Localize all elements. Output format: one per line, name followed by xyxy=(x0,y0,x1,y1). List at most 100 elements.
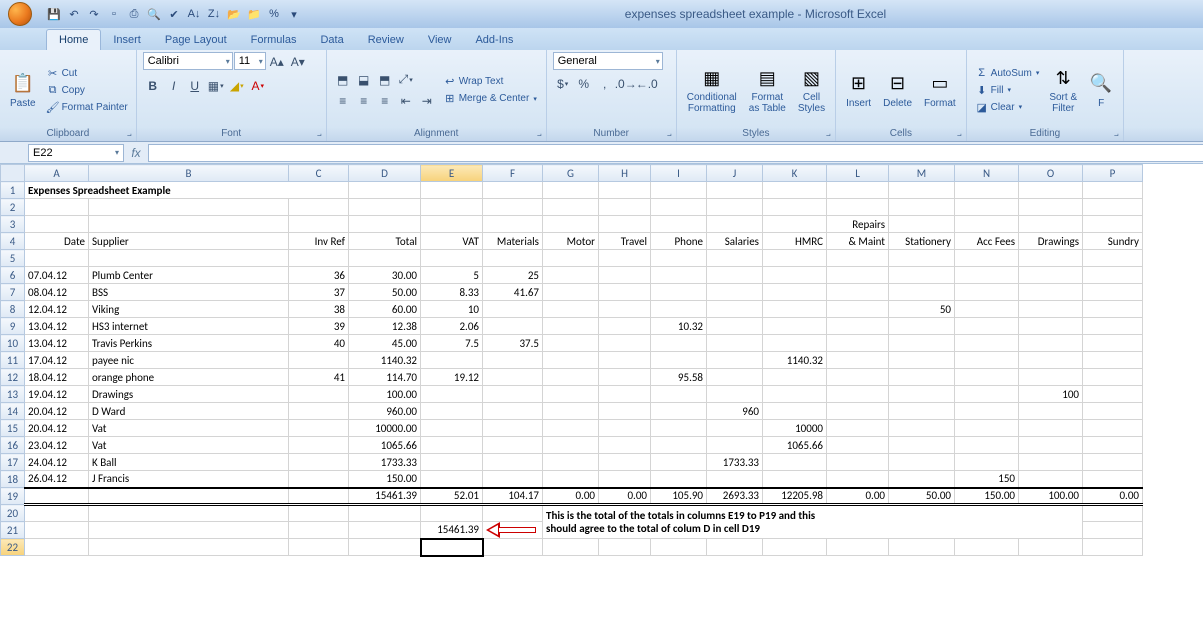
print-icon[interactable]: ⎙ xyxy=(126,6,142,22)
row-header-4[interactable]: 4 xyxy=(1,233,25,250)
cell[interactable] xyxy=(707,216,763,233)
cell[interactable] xyxy=(1083,199,1143,216)
cell[interactable] xyxy=(827,199,889,216)
cell[interactable]: 12.04.12 xyxy=(25,301,89,318)
number-format-select[interactable]: General xyxy=(553,52,663,70)
row-header-5[interactable]: 5 xyxy=(1,250,25,267)
cell[interactable] xyxy=(651,250,707,267)
cell[interactable] xyxy=(543,539,599,556)
cell[interactable] xyxy=(889,318,955,335)
cell[interactable] xyxy=(763,335,827,352)
open-icon[interactable]: 📂 xyxy=(226,6,242,22)
cell[interactable] xyxy=(763,301,827,318)
cell[interactable] xyxy=(955,284,1019,301)
tab-page-layout[interactable]: Page Layout xyxy=(153,30,239,50)
row-header-16[interactable]: 16 xyxy=(1,437,25,454)
cell[interactable] xyxy=(289,250,349,267)
active-cell[interactable] xyxy=(421,539,483,556)
header-cell[interactable]: Inv Ref xyxy=(289,233,349,250)
cell[interactable]: 8.33 xyxy=(421,284,483,301)
cell[interactable] xyxy=(599,386,651,403)
spreadsheet-grid[interactable]: ABCDEFGHIJKLMNOP1Expenses Spreadsheet Ex… xyxy=(0,164,1203,557)
cell[interactable]: 12.38 xyxy=(349,318,421,335)
cell[interactable] xyxy=(483,301,543,318)
cell[interactable] xyxy=(1019,301,1083,318)
cell[interactable] xyxy=(955,454,1019,471)
cell[interactable] xyxy=(651,199,707,216)
total-cell[interactable]: 50.00 xyxy=(889,488,955,505)
cell[interactable] xyxy=(543,301,599,318)
cell[interactable] xyxy=(1019,335,1083,352)
cell[interactable] xyxy=(599,454,651,471)
cell[interactable]: 10.32 xyxy=(651,318,707,335)
cell[interactable] xyxy=(599,250,651,267)
cell[interactable] xyxy=(483,199,543,216)
cell[interactable] xyxy=(421,403,483,420)
cell[interactable] xyxy=(1083,471,1143,488)
cell[interactable]: 150.00 xyxy=(349,471,421,488)
cell[interactable] xyxy=(25,522,89,539)
cell[interactable] xyxy=(955,267,1019,284)
spell-icon[interactable]: ✔ xyxy=(166,6,182,22)
cell[interactable]: payee nic xyxy=(89,352,289,369)
merge-center-button[interactable]: ⊞Merge & Center▾ xyxy=(441,91,539,107)
cell[interactable]: Plumb Center xyxy=(89,267,289,284)
cell[interactable] xyxy=(955,352,1019,369)
cell[interactable] xyxy=(289,505,349,522)
cell[interactable]: 10000.00 xyxy=(349,420,421,437)
cell[interactable] xyxy=(289,437,349,454)
tab-view[interactable]: View xyxy=(416,30,464,50)
cell[interactable] xyxy=(889,250,955,267)
cell[interactable]: 2.06 xyxy=(421,318,483,335)
row-header-3[interactable]: 3 xyxy=(1,216,25,233)
cell[interactable] xyxy=(1019,352,1083,369)
row-header-12[interactable]: 12 xyxy=(1,369,25,386)
total-cell[interactable]: 0.00 xyxy=(827,488,889,505)
cell[interactable] xyxy=(1019,471,1083,488)
cell[interactable] xyxy=(763,216,827,233)
preview-icon[interactable]: 🔍 xyxy=(146,6,162,22)
indent-dec-icon[interactable]: ⇤ xyxy=(396,91,416,111)
align-top-icon[interactable]: ⬒ xyxy=(333,70,353,90)
cell[interactable] xyxy=(707,386,763,403)
cell[interactable] xyxy=(1083,301,1143,318)
cell[interactable] xyxy=(89,199,289,216)
cell[interactable] xyxy=(349,505,421,522)
header-cell[interactable]: VAT xyxy=(421,233,483,250)
cell[interactable] xyxy=(707,335,763,352)
cell[interactable] xyxy=(889,199,955,216)
header-cell[interactable]: Salaries xyxy=(707,233,763,250)
sort-filter-button[interactable]: ⇅Sort & Filter xyxy=(1045,64,1081,116)
dec-decimal-icon[interactable]: ←.0 xyxy=(637,74,657,94)
cell[interactable] xyxy=(543,420,599,437)
cell[interactable]: 13.04.12 xyxy=(25,318,89,335)
cell[interactable] xyxy=(889,352,955,369)
align-bottom-icon[interactable]: ⬒ xyxy=(375,70,395,90)
cell[interactable] xyxy=(651,454,707,471)
cell[interactable] xyxy=(1019,403,1083,420)
cell[interactable] xyxy=(1019,369,1083,386)
sort-desc-icon[interactable]: Z↓ xyxy=(206,6,222,22)
tab-data[interactable]: Data xyxy=(308,30,355,50)
cell[interactable]: 41 xyxy=(289,369,349,386)
cell[interactable]: 100.00 xyxy=(349,386,421,403)
underline-button[interactable]: U xyxy=(185,76,205,96)
font-name-select[interactable]: Calibri xyxy=(143,52,233,70)
cell[interactable] xyxy=(763,454,827,471)
align-right-icon[interactable]: ≡ xyxy=(375,91,395,111)
total-cell[interactable]: 52.01 xyxy=(421,488,483,505)
cell[interactable] xyxy=(955,199,1019,216)
total-cell[interactable]: 104.17 xyxy=(483,488,543,505)
cell[interactable] xyxy=(1019,318,1083,335)
row-header-1[interactable]: 1 xyxy=(1,182,25,199)
cell[interactable] xyxy=(483,182,543,199)
header-cell[interactable]: Date xyxy=(25,233,89,250)
cell[interactable] xyxy=(763,267,827,284)
cell[interactable]: BSS xyxy=(89,284,289,301)
cell[interactable]: 100 xyxy=(1019,386,1083,403)
header-cell[interactable]: & Maint xyxy=(827,233,889,250)
cell[interactable] xyxy=(651,471,707,488)
cell[interactable] xyxy=(955,250,1019,267)
row-header-22[interactable]: 22 xyxy=(1,539,25,556)
row-header-10[interactable]: 10 xyxy=(1,335,25,352)
